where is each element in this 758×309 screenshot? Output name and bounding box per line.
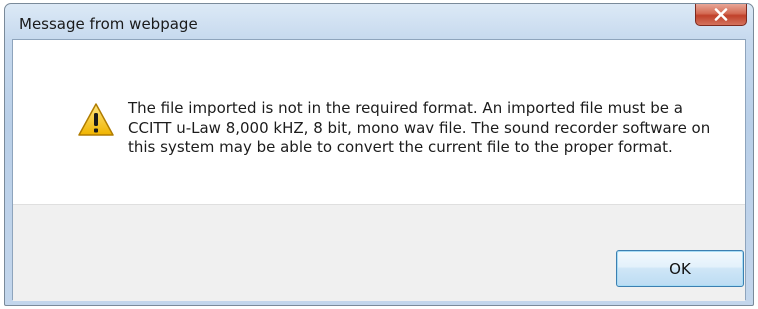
close-icon (714, 8, 728, 21)
warning-icon (78, 103, 114, 136)
dialog-window: Message from webpage The file imported i… (4, 3, 754, 306)
dialog-title: Message from webpage (19, 15, 198, 33)
message-area: The file imported is not in the required… (13, 40, 745, 204)
dialog-body: The file imported is not in the required… (12, 39, 746, 301)
ok-button[interactable]: OK (616, 250, 744, 287)
title-bar[interactable]: Message from webpage (5, 4, 753, 40)
button-bar: OK (13, 204, 745, 301)
close-button[interactable] (695, 4, 747, 26)
message-text: The file imported is not in the required… (128, 99, 711, 156)
